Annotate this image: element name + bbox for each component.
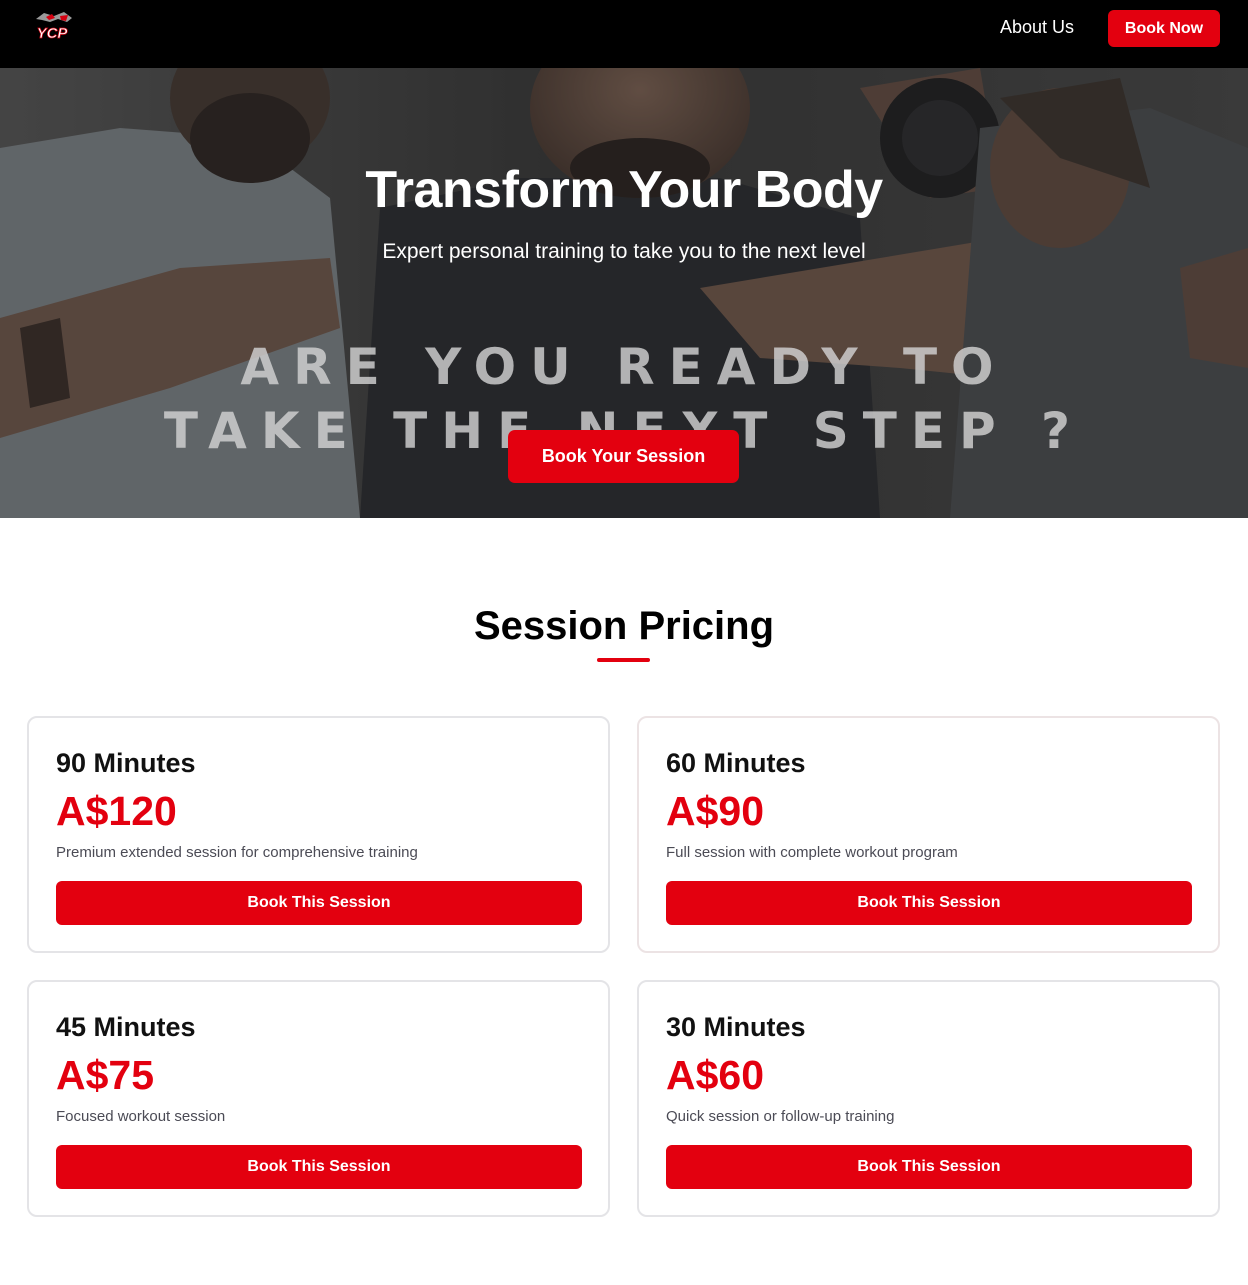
logo-mark: YCP	[36, 12, 72, 42]
hero-image-text-line1: ARE YOU READY TO	[240, 338, 1008, 396]
card-duration: 90 Minutes	[56, 748, 196, 778]
card-description: Premium extended session for comprehensi…	[56, 844, 418, 861]
card-duration: 60 Minutes	[666, 748, 806, 778]
ycp-logo[interactable]: YCP	[30, 10, 78, 44]
card-duration: 30 Minutes	[666, 1012, 806, 1042]
logo-text: YCP	[37, 25, 69, 42]
book-this-session-button[interactable]: Book This Session	[666, 881, 1192, 925]
pricing-card-45: 45 Minutes A$75 Focused workout session …	[27, 980, 610, 1217]
nav-about-us[interactable]: About Us	[1000, 17, 1074, 38]
hero-section: Transform Your Body Expert personal trai…	[0, 68, 1248, 518]
hero-subtitle: Expert personal training to take you to …	[382, 240, 866, 263]
book-this-session-button[interactable]: Book This Session	[56, 881, 582, 925]
section-title-pricing: Session Pricing	[473, 604, 775, 648]
card-duration: 45 Minutes	[56, 1012, 196, 1042]
card-description: Focused workout session	[56, 1108, 226, 1125]
hero-title: Transform Your Body	[365, 161, 883, 219]
book-this-session-button[interactable]: Book This Session	[56, 1145, 582, 1189]
card-price: A$60	[666, 1052, 765, 1098]
card-price: A$120	[56, 788, 177, 834]
pricing-card-30: 30 Minutes A$60 Quick session or follow-…	[637, 980, 1220, 1217]
book-your-session-button[interactable]: Book Your Session	[508, 430, 739, 483]
title-underline	[597, 658, 650, 662]
pricing-card-60: 60 Minutes A$90 Full session with comple…	[637, 716, 1220, 953]
card-description: Quick session or follow-up training	[666, 1108, 895, 1125]
card-description: Full session with complete workout progr…	[666, 844, 958, 861]
card-price: A$75	[56, 1052, 155, 1098]
pricing-card-90: 90 Minutes A$120 Premium extended sessio…	[27, 716, 610, 953]
book-now-button[interactable]: Book Now	[1108, 10, 1220, 47]
site-header: YCP About Us Book Now	[0, 0, 1248, 68]
book-this-session-button[interactable]: Book This Session	[666, 1145, 1192, 1189]
card-price: A$90	[666, 788, 765, 834]
